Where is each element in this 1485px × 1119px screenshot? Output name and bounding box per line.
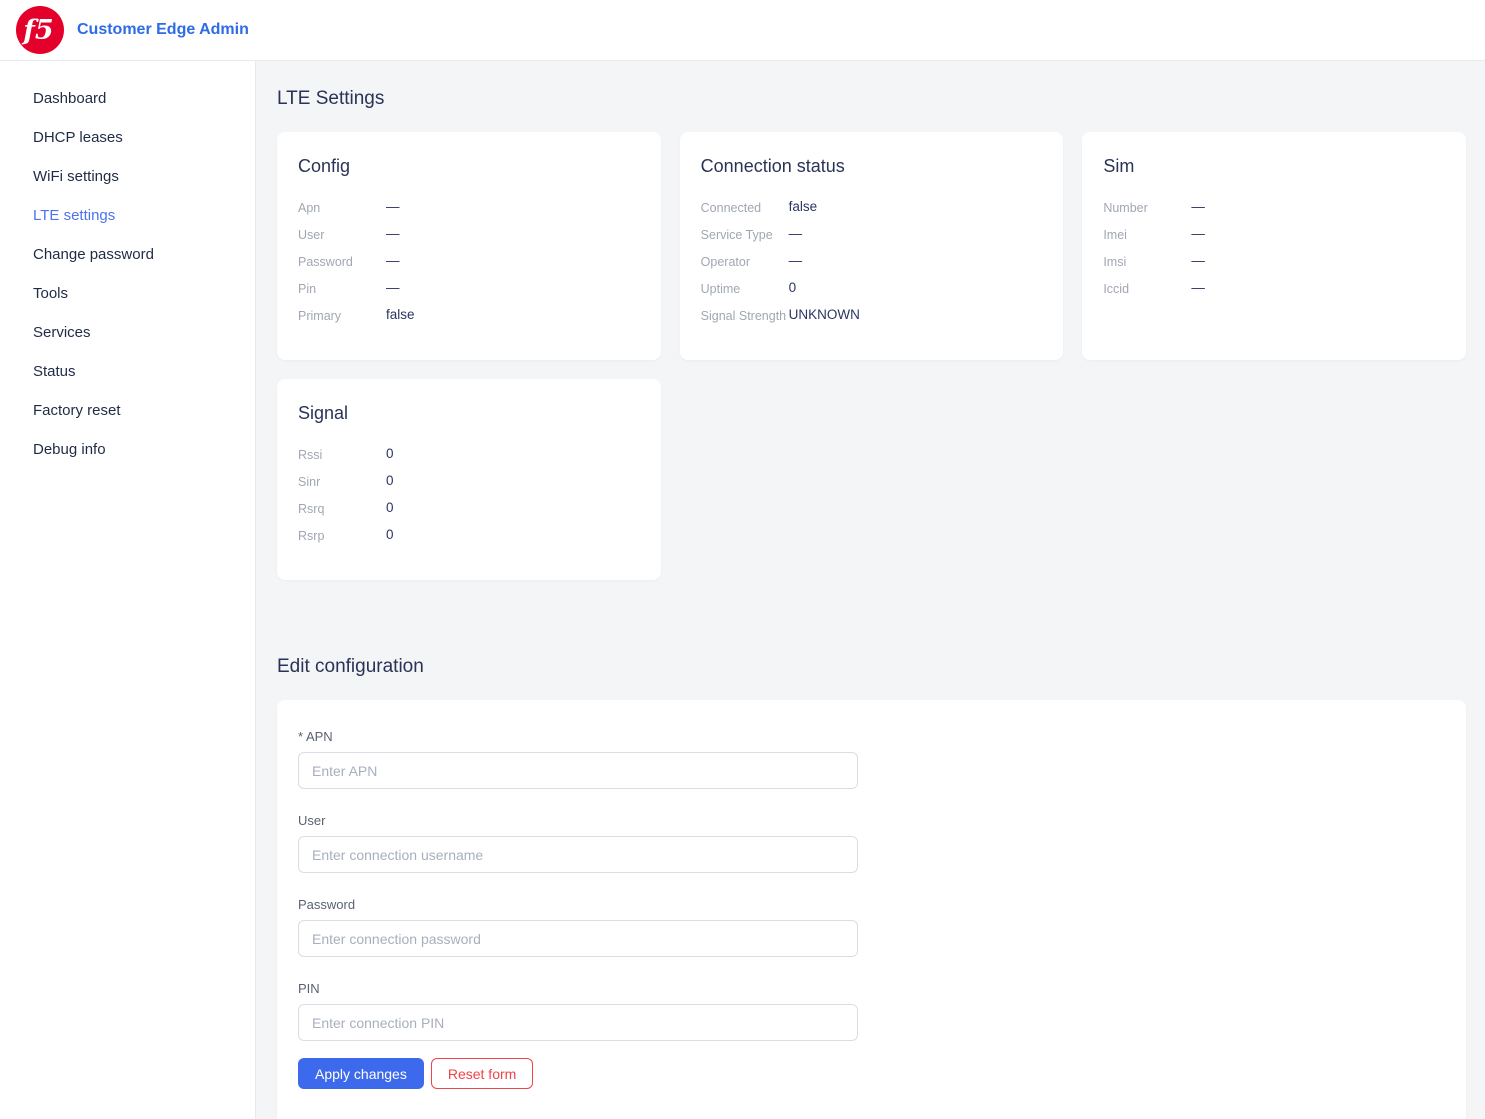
row-label: Apn bbox=[298, 199, 386, 216]
password-input[interactable] bbox=[298, 920, 858, 957]
signal-row-rsrq: Rsrq 0 bbox=[298, 500, 640, 517]
apn-label: * APN bbox=[298, 729, 1445, 744]
row-value: — bbox=[1191, 280, 1205, 297]
row-value: 0 bbox=[386, 500, 394, 517]
apply-changes-button[interactable]: Apply changes bbox=[298, 1058, 424, 1089]
sidebar-item-lte-settings[interactable]: LTE settings bbox=[0, 196, 255, 235]
row-value: — bbox=[386, 280, 400, 297]
connection-row-uptime: Uptime 0 bbox=[701, 280, 1043, 297]
row-label: Primary bbox=[298, 307, 386, 324]
row-value: — bbox=[789, 226, 803, 243]
pin-label: PIN bbox=[298, 981, 1445, 996]
row-label: Password bbox=[298, 253, 386, 270]
signal-card: Signal Rssi 0 Sinr 0 Rsrq 0 Rsrp 0 bbox=[277, 379, 661, 580]
config-row-pin: Pin — bbox=[298, 280, 640, 297]
sim-row-imsi: Imsi — bbox=[1103, 253, 1445, 270]
signal-row-rsrp: Rsrp 0 bbox=[298, 527, 640, 544]
sidebar-item-factory-reset[interactable]: Factory reset bbox=[0, 391, 255, 430]
config-row-password: Password — bbox=[298, 253, 640, 270]
row-label: Pin bbox=[298, 280, 386, 297]
signal-card-title: Signal bbox=[298, 403, 640, 424]
password-label: Password bbox=[298, 897, 1445, 912]
config-row-apn: Apn — bbox=[298, 199, 640, 216]
connection-row-operator: Operator — bbox=[701, 253, 1043, 270]
sim-row-imei: Imei — bbox=[1103, 226, 1445, 243]
user-label: User bbox=[298, 813, 1445, 828]
row-label: Uptime bbox=[701, 280, 789, 297]
signal-row-rssi: Rssi 0 bbox=[298, 446, 640, 463]
row-value: 0 bbox=[386, 527, 394, 544]
user-field-group: User bbox=[298, 813, 1445, 873]
edit-configuration-title: Edit configuration bbox=[277, 656, 1466, 678]
page-title: LTE Settings bbox=[277, 88, 1466, 110]
row-value: 0 bbox=[789, 280, 797, 297]
apn-field-group: * APN bbox=[298, 729, 1445, 789]
status-cards-grid: Config Apn — User — Password — Pin — bbox=[277, 132, 1466, 580]
row-label: User bbox=[298, 226, 386, 243]
connection-row-signal-strength: Signal Strength UNKNOWN bbox=[701, 307, 1043, 324]
row-value: — bbox=[386, 253, 400, 270]
row-value: — bbox=[1191, 199, 1205, 216]
config-row-user: User — bbox=[298, 226, 640, 243]
config-card: Config Apn — User — Password — Pin — bbox=[277, 132, 661, 360]
sidebar-item-change-password[interactable]: Change password bbox=[0, 235, 255, 274]
connection-status-card-title: Connection status bbox=[701, 156, 1043, 177]
sidebar-item-services[interactable]: Services bbox=[0, 313, 255, 352]
sim-card: Sim Number — Imei — Imsi — Iccid — bbox=[1082, 132, 1466, 360]
user-input[interactable] bbox=[298, 836, 858, 873]
row-value: 0 bbox=[386, 446, 394, 463]
row-label: Sinr bbox=[298, 473, 386, 490]
config-row-primary: Primary false bbox=[298, 307, 640, 324]
row-value: — bbox=[1191, 226, 1205, 243]
sidebar-item-tools[interactable]: Tools bbox=[0, 274, 255, 313]
row-value: — bbox=[386, 226, 400, 243]
app-header: f5 Customer Edge Admin bbox=[0, 0, 1485, 61]
f5-logo-icon: f5 bbox=[16, 6, 64, 54]
row-label: Connected bbox=[701, 199, 789, 216]
password-field-group: Password bbox=[298, 897, 1445, 957]
row-label: Operator bbox=[701, 253, 789, 270]
connection-row-connected: Connected false bbox=[701, 199, 1043, 216]
sidebar-item-wifi-settings[interactable]: WiFi settings bbox=[0, 157, 255, 196]
row-label: Rsrq bbox=[298, 500, 386, 517]
sidebar-item-dashboard[interactable]: Dashboard bbox=[0, 79, 255, 118]
row-value: false bbox=[789, 199, 818, 216]
sim-row-iccid: Iccid — bbox=[1103, 280, 1445, 297]
row-label: Number bbox=[1103, 199, 1191, 216]
pin-field-group: PIN bbox=[298, 981, 1445, 1041]
row-value: — bbox=[789, 253, 803, 270]
row-value: false bbox=[386, 307, 415, 324]
sidebar-item-debug-info[interactable]: Debug info bbox=[0, 430, 255, 469]
apn-input[interactable] bbox=[298, 752, 858, 789]
connection-status-card: Connection status Connected false Servic… bbox=[680, 132, 1064, 360]
row-label: Rssi bbox=[298, 446, 386, 463]
row-label: Rsrp bbox=[298, 527, 386, 544]
sim-row-number: Number — bbox=[1103, 199, 1445, 216]
row-label: Iccid bbox=[1103, 280, 1191, 297]
sidebar: Dashboard DHCP leases WiFi settings LTE … bbox=[0, 61, 256, 1119]
form-buttons-row: Apply changes Reset form bbox=[298, 1058, 1445, 1089]
edit-configuration-form: * APN User Password PIN Apply changes Re… bbox=[277, 700, 1466, 1119]
row-label: Service Type bbox=[701, 226, 789, 243]
row-label: Signal Strength bbox=[701, 307, 789, 324]
row-value: UNKNOWN bbox=[789, 307, 860, 324]
signal-row-sinr: Sinr 0 bbox=[298, 473, 640, 490]
app-title: Customer Edge Admin bbox=[77, 21, 249, 39]
reset-form-button[interactable]: Reset form bbox=[431, 1058, 533, 1089]
row-label: Imei bbox=[1103, 226, 1191, 243]
pin-input[interactable] bbox=[298, 1004, 858, 1041]
sidebar-item-status[interactable]: Status bbox=[0, 352, 255, 391]
sim-card-title: Sim bbox=[1103, 156, 1445, 177]
connection-row-service-type: Service Type — bbox=[701, 226, 1043, 243]
row-label: Imsi bbox=[1103, 253, 1191, 270]
sidebar-item-dhcp-leases[interactable]: DHCP leases bbox=[0, 118, 255, 157]
row-value: 0 bbox=[386, 473, 394, 490]
row-value: — bbox=[1191, 253, 1205, 270]
main-content: LTE Settings Config Apn — User — Passwor… bbox=[256, 61, 1485, 1119]
config-card-title: Config bbox=[298, 156, 640, 177]
row-value: — bbox=[386, 199, 400, 216]
